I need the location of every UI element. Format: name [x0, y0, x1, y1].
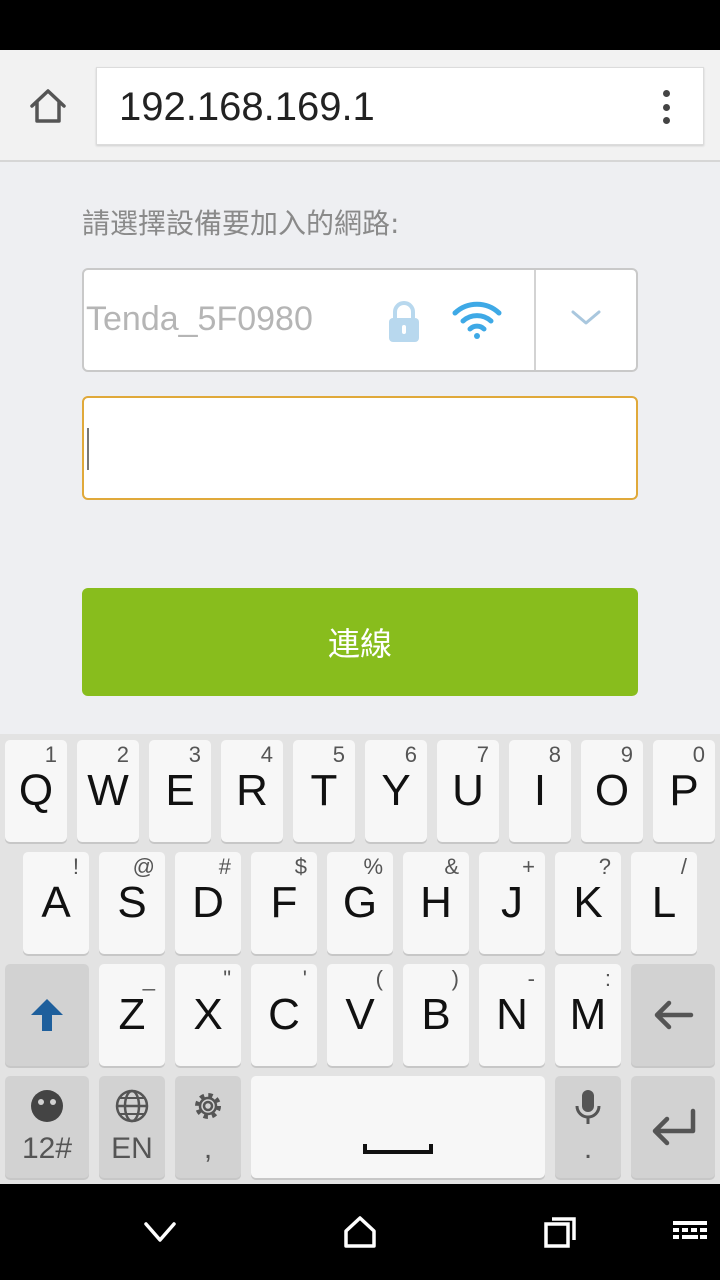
select-divider [534, 270, 536, 370]
key-m[interactable]: :M [555, 964, 621, 1066]
emoji-icon [31, 1090, 63, 1122]
key-t[interactable]: 5T [293, 740, 355, 842]
key-j[interactable]: + J [479, 852, 545, 954]
key-i[interactable]: 8I [509, 740, 571, 842]
text-caret [87, 428, 89, 470]
key-g[interactable]: % G [327, 852, 393, 954]
home-icon [30, 89, 66, 123]
enter-key[interactable] [631, 1076, 715, 1178]
key-b[interactable]: ) B [403, 964, 469, 1066]
language-key[interactable]: EN [99, 1076, 165, 1178]
overflow-menu-button[interactable] [651, 88, 681, 126]
space-key[interactable] [251, 1076, 545, 1178]
key-l[interactable]: / L [631, 852, 697, 954]
key-n[interactable]: -N [479, 964, 545, 1066]
key-x[interactable]: " X [175, 964, 241, 1066]
key-o[interactable]: 9O [581, 740, 643, 842]
keyboard-switch-button[interactable] [668, 1212, 712, 1252]
soft-keyboard: 1Q 2W 3E 4R 5T 6Y 7U 8I 9O 0P ! A @ S # D $… [0, 734, 720, 1184]
key-r[interactable]: 4R [221, 740, 283, 842]
key-c[interactable]: ' C [251, 964, 317, 1066]
key-w[interactable]: 2W [77, 740, 139, 842]
key-v[interactable]: (V [327, 964, 393, 1066]
gear-icon [195, 1093, 221, 1119]
key-k[interactable]: ? K [555, 852, 621, 954]
globe-icon [115, 1089, 149, 1123]
voice-period-key[interactable]: . [555, 1076, 621, 1178]
settings-comma-key[interactable]: , [175, 1076, 241, 1178]
key-h[interactable]: & H [403, 852, 469, 954]
chevron-down-icon[interactable] [570, 308, 602, 328]
backspace-key[interactable] [631, 964, 715, 1066]
browser-toolbar: 192.168.169.1 [0, 50, 720, 162]
key-y[interactable]: 6Y [365, 740, 427, 842]
keyboard-icon [673, 1221, 707, 1239]
menu-dot-icon [662, 103, 670, 111]
key-a[interactable]: ! A [23, 852, 89, 954]
recent-apps-button[interactable] [538, 1212, 582, 1252]
key-d[interactable]: # D [175, 852, 241, 954]
system-nav-bar [0, 1184, 720, 1280]
lock-icon [389, 301, 419, 342]
enter-arrow-icon [652, 1108, 696, 1146]
key-p[interactable]: 0P [653, 740, 715, 842]
home-button[interactable] [24, 82, 72, 130]
selected-network-ssid: Tenda_5F0980 [86, 300, 313, 338]
address-bar[interactable]: 192.168.169.1 [96, 67, 704, 145]
wifi-icon [452, 301, 502, 339]
url-text: 192.168.169.1 [119, 85, 375, 129]
microphone-icon [575, 1090, 601, 1124]
menu-dot-icon [662, 90, 670, 97]
status-bar [0, 0, 720, 50]
symbols-key[interactable]: 12# [5, 1076, 89, 1178]
password-input[interactable] [82, 396, 638, 500]
key-q[interactable]: 1Q [5, 740, 67, 842]
home-nav-button[interactable] [338, 1212, 382, 1252]
backspace-arrow-icon [654, 1000, 694, 1030]
web-page: 請選擇設備要加入的網路: Tenda_5F0980 連線 [0, 162, 720, 734]
key-s[interactable]: @ S [99, 852, 165, 954]
menu-dot-icon [662, 117, 670, 124]
shift-key[interactable] [5, 964, 89, 1066]
chevron-down-icon [144, 1222, 176, 1242]
space-icon [363, 1144, 433, 1154]
recent-apps-icon [544, 1217, 576, 1248]
key-u[interactable]: 7U [437, 740, 499, 842]
back-button[interactable] [138, 1212, 182, 1252]
network-prompt: 請選擇設備要加入的網路: [82, 207, 400, 240]
network-select[interactable]: Tenda_5F0980 [82, 268, 638, 372]
key-f[interactable]: $ F [251, 852, 317, 954]
key-z[interactable]: _ Z [99, 964, 165, 1066]
home-icon [344, 1216, 376, 1248]
shift-arrow-icon [31, 999, 63, 1031]
connect-button[interactable]: 連線 [82, 588, 638, 696]
key-e[interactable]: 3E [149, 740, 211, 842]
